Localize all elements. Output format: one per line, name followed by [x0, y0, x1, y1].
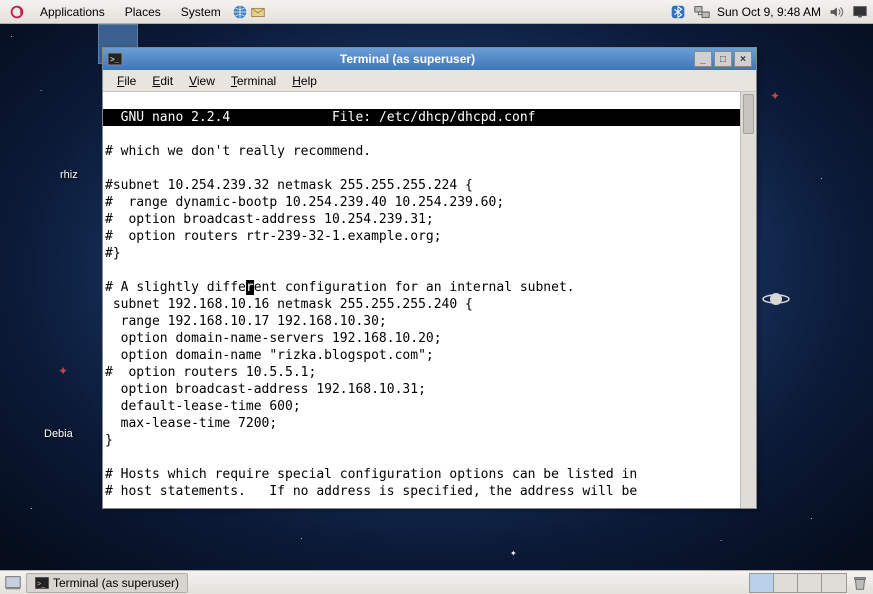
menu-applications[interactable]: Applications [30, 2, 115, 22]
titlebar[interactable]: >_ Terminal (as superuser) _ □ × [103, 48, 756, 70]
menubar: File Edit View Terminal Help [103, 70, 756, 92]
menu-places[interactable]: Places [115, 2, 171, 22]
workspace-3[interactable] [798, 574, 822, 592]
menu-edit[interactable]: Edit [144, 72, 181, 90]
svg-text:>_: >_ [110, 55, 120, 64]
volume-icon[interactable] [827, 3, 845, 21]
taskbar-item-label: Terminal (as superuser) [53, 576, 179, 590]
svg-text:>_: >_ [37, 581, 45, 588]
bluetooth-icon[interactable] [669, 3, 687, 21]
terminal-icon: >_ [107, 52, 123, 66]
menu-system[interactable]: System [171, 2, 231, 22]
planet-icon [762, 289, 790, 312]
menu-file[interactable]: File [109, 72, 144, 90]
show-desktop-icon[interactable] [4, 574, 22, 592]
trash-icon[interactable] [851, 574, 869, 592]
network-icon[interactable] [693, 3, 711, 21]
clock[interactable]: Sun Oct 9, 9:48 AM [717, 5, 821, 19]
terminal-content[interactable]: GNU nano 2.2.4 File: /etc/dhcp/dhcpd.con… [103, 92, 740, 508]
terminal-window: >_ Terminal (as superuser) _ □ × File Ed… [102, 47, 757, 509]
monitor-icon[interactable] [851, 3, 869, 21]
debian-logo-icon [8, 3, 26, 21]
minimize-button[interactable]: _ [694, 51, 712, 67]
scrollbar[interactable] [740, 92, 756, 508]
workspace-switcher[interactable] [749, 573, 847, 593]
workspace-4[interactable] [822, 574, 846, 592]
workspace-1[interactable] [750, 574, 774, 592]
mail-icon[interactable] [249, 3, 267, 21]
menu-terminal[interactable]: Terminal [223, 72, 284, 90]
maximize-button[interactable]: □ [714, 51, 732, 67]
window-title: Terminal (as superuser) [123, 52, 692, 66]
bottom-panel: >_ Terminal (as superuser) [0, 570, 873, 594]
top-panel: Applications Places System Sun Oct 9, 9:… [0, 0, 873, 24]
close-button[interactable]: × [734, 51, 752, 67]
terminal-icon: >_ [35, 577, 49, 589]
taskbar-item-terminal[interactable]: >_ Terminal (as superuser) [26, 573, 188, 593]
scrollbar-thumb[interactable] [743, 94, 754, 134]
desktop: · . ✦ · ✦ · · ✦ . · C rhiz Debia >_ Term… [0, 24, 873, 570]
browser-icon[interactable] [231, 3, 249, 21]
menu-help[interactable]: Help [284, 72, 325, 90]
menu-view[interactable]: View [181, 72, 223, 90]
workspace-2[interactable] [774, 574, 798, 592]
